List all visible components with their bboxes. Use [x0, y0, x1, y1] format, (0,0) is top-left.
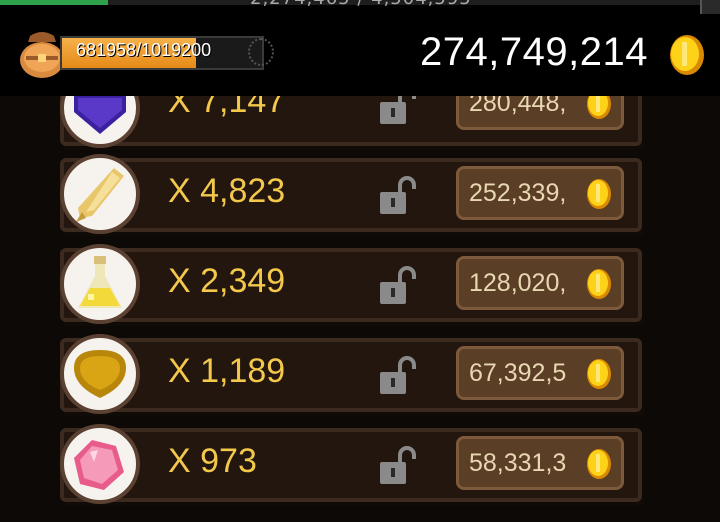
unlock-icon[interactable] — [378, 356, 418, 396]
sell-price-button[interactable]: 58,331,3 — [456, 436, 624, 490]
sell-price: 252,339, — [469, 179, 567, 207]
top-bar: 2,274,465 / 4,504,595 681958/1019200 274… — [0, 0, 720, 96]
sell-price-button[interactable]: 252,339, — [456, 166, 624, 220]
item-icon-frame — [60, 424, 140, 504]
menu-corner[interactable] — [700, 0, 720, 14]
unlock-icon[interactable] — [378, 446, 418, 486]
list-item[interactable]: X 2,349 128,020, — [20, 244, 644, 326]
loading-indicator — [248, 38, 274, 66]
coin-icon — [587, 269, 611, 299]
unlock-icon[interactable] — [378, 176, 418, 216]
coin-icon — [587, 449, 611, 479]
sell-price: 58,331,3 — [469, 449, 567, 477]
gold-total: 274,749,214 — [420, 30, 648, 74]
list-item[interactable]: X 1,189 67,392,5 — [20, 334, 644, 416]
item-quantity: X 4,823 — [168, 172, 286, 210]
item-icon-frame — [60, 244, 140, 324]
sell-price-button[interactable]: 128,020, — [456, 256, 624, 310]
parsnip-icon — [76, 168, 124, 222]
sell-price: 128,020, — [469, 269, 567, 297]
sell-price: 67,392,5 — [469, 359, 567, 387]
pink-crystal-icon — [74, 440, 124, 490]
gold-nugget-icon — [74, 350, 126, 398]
coin-icon — [587, 179, 611, 209]
coin-icon — [587, 359, 611, 389]
list-item[interactable]: X 4,823 252,339, — [20, 154, 644, 236]
coin-icon — [670, 35, 704, 75]
item-quantity: X 973 — [168, 442, 257, 480]
unlock-icon[interactable] — [378, 266, 418, 306]
bag-capacity-bar: 681958/1019200 — [60, 36, 264, 70]
item-icon-frame — [60, 154, 140, 234]
bag-capacity-text: 681958/1019200 — [76, 40, 212, 60]
experience-text: 2,274,465 / 4,504,595 — [250, 0, 472, 9]
item-icon-frame — [60, 334, 140, 414]
yellow-potion-icon — [78, 256, 122, 308]
sell-price-button[interactable]: 67,392,5 — [456, 346, 624, 400]
item-quantity: X 2,349 — [168, 262, 286, 300]
item-quantity: X 1,189 — [168, 352, 286, 390]
experience-bar-fill — [0, 0, 108, 5]
list-item[interactable]: X 973 58,331,3 — [20, 424, 644, 506]
